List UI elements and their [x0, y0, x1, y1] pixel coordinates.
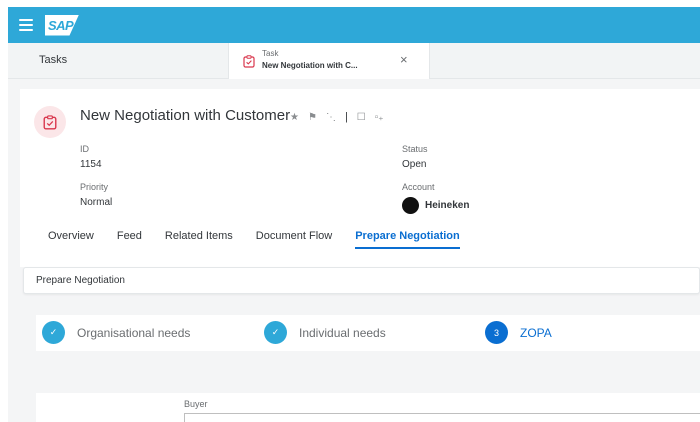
- status-value: Open: [402, 159, 427, 170]
- step-label: Individual needs: [299, 325, 386, 340]
- section-tabs: Overview Feed Related Items Document Flo…: [48, 230, 460, 249]
- tab-strip: Tasks Task New Negotiation with C... ×: [8, 43, 700, 79]
- account-label: Account: [402, 182, 435, 192]
- step-organisational-needs[interactable]: ✓ Organisational needs: [42, 321, 190, 344]
- tab-feed[interactable]: Feed: [117, 230, 142, 249]
- comment-icon[interactable]: ☐: [357, 112, 366, 123]
- feed-icon[interactable]: ⋱: [326, 112, 336, 123]
- tab-new-negotiation[interactable]: Task New Negotiation with C... ×: [228, 43, 430, 79]
- tab-overview[interactable]: Overview: [48, 230, 94, 249]
- step-label: Organisational needs: [77, 325, 191, 340]
- step-label: ZOPA: [520, 325, 552, 340]
- clipboard-icon: [43, 114, 57, 130]
- checkmark-icon: ✓: [264, 321, 287, 344]
- account-logo: [402, 197, 419, 214]
- hamburger-icon[interactable]: [19, 19, 33, 31]
- checkmark-icon: ✓: [42, 321, 65, 344]
- step-number: 3: [485, 321, 508, 344]
- task-icon: [34, 106, 66, 138]
- priority-value: Normal: [80, 197, 113, 208]
- shell-bar: SAP: [8, 7, 700, 43]
- tab-tasks[interactable]: Tasks: [39, 54, 67, 66]
- tab-type-label: Task: [262, 49, 279, 58]
- title-actions: ★ ⚑ ⋱ | ☐ ▫₊: [290, 111, 384, 123]
- page-title: New Negotiation with Customer: [80, 107, 291, 124]
- clipboard-icon: [243, 55, 255, 68]
- tab-related-items[interactable]: Related Items: [165, 230, 233, 249]
- section-header: Prepare Negotiation: [23, 267, 700, 294]
- buyer-input[interactable]: [184, 413, 700, 422]
- close-icon[interactable]: ×: [400, 52, 408, 67]
- tab-prepare-negotiation[interactable]: Prepare Negotiation: [355, 230, 460, 249]
- object-header: New Negotiation with Customer ★ ⚑ ⋱ | ☐ …: [20, 89, 700, 267]
- star-icon[interactable]: ★: [290, 112, 299, 123]
- section-title: Prepare Negotiation: [36, 275, 125, 286]
- buyer-label: Buyer: [184, 399, 208, 409]
- flag-icon[interactable]: ⚑: [308, 112, 317, 123]
- negotiation-form: Buyer: [36, 393, 700, 422]
- priority-label: Priority: [80, 182, 109, 192]
- workspace: New Negotiation with Customer ★ ⚑ ⋱ | ☐ …: [8, 79, 700, 422]
- more-icon[interactable]: ▫₊: [375, 112, 384, 123]
- account-value: Heineken: [425, 200, 470, 211]
- sap-logo[interactable]: SAP: [45, 14, 79, 36]
- tab-document-flow[interactable]: Document Flow: [256, 230, 332, 249]
- action-divider: |: [344, 111, 348, 123]
- id-label: ID: [80, 144, 89, 154]
- id-value: 1154: [80, 159, 102, 170]
- tab-title: New Negotiation with C...: [262, 61, 358, 70]
- status-label: Status: [402, 144, 428, 154]
- step-zopa[interactable]: 3 ZOPA: [485, 321, 552, 344]
- wizard-progress: ✓ Organisational needs ✓ Individual need…: [36, 315, 700, 351]
- app-window: SAP Tasks Task New Negotiation with C...…: [0, 0, 700, 422]
- step-individual-needs[interactable]: ✓ Individual needs: [264, 321, 386, 344]
- account-link[interactable]: Heineken: [402, 197, 469, 214]
